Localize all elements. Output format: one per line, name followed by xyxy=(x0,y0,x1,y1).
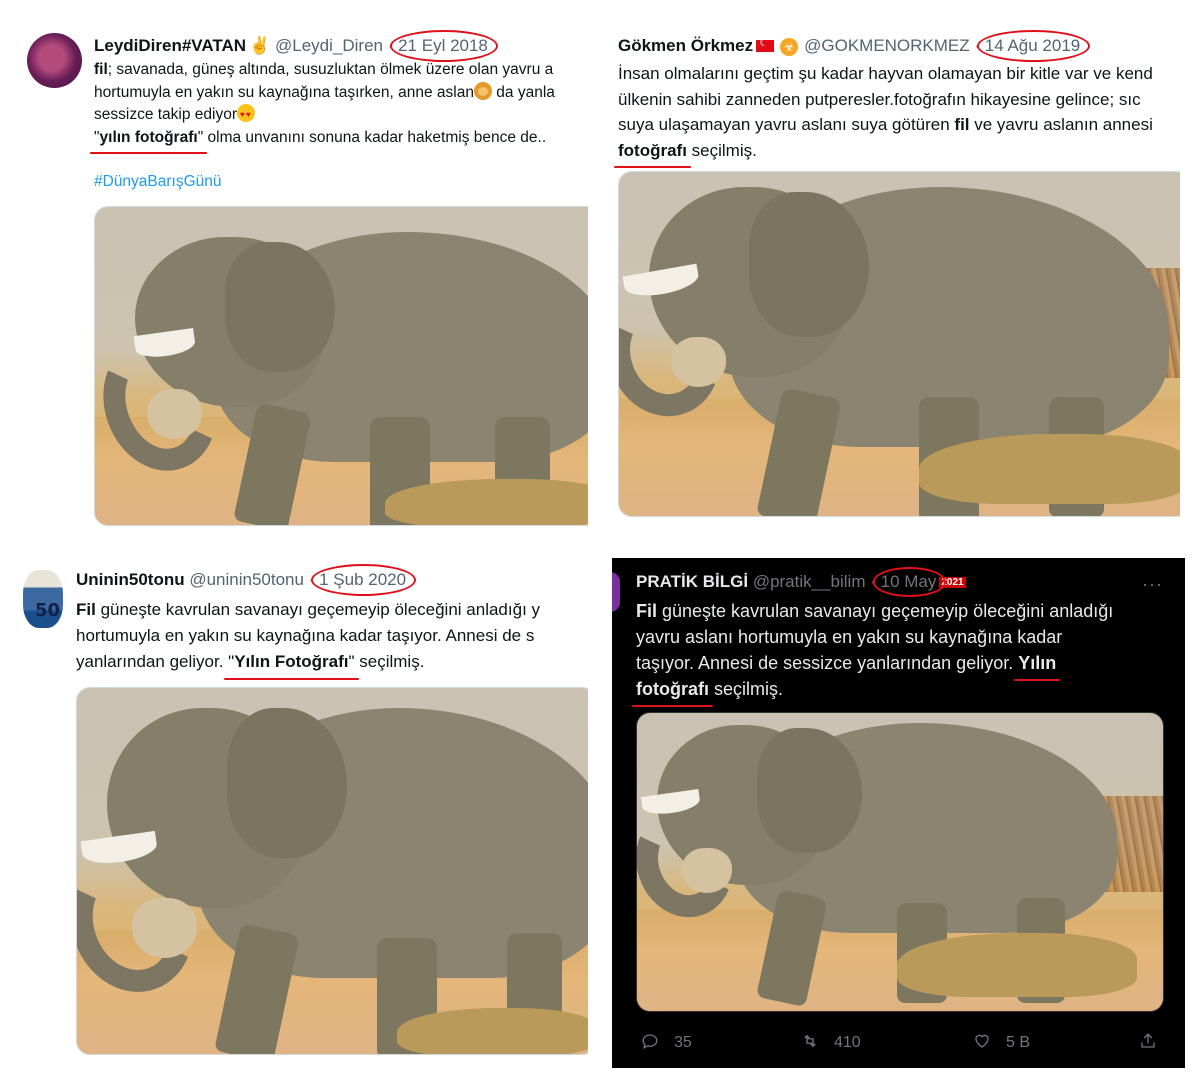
flag-icon xyxy=(756,36,775,52)
retweet-icon xyxy=(804,1034,816,1048)
author-name[interactable]: Uninin50tonu xyxy=(76,570,185,589)
text-line: sessizce takip ediyor xyxy=(94,106,238,123)
author-name[interactable]: LeydiDiren#VATAN xyxy=(94,36,246,55)
text-line: hortumuyla en yakın su kaynağına kadar t… xyxy=(76,626,535,645)
tweet-header: Uninin50tonu @uninin50tonu · 1 Şub 2020 xyxy=(76,564,417,596)
text-line: ; savanada, güneş altında, susuzluktan ö… xyxy=(107,61,554,78)
reply-icon xyxy=(642,1034,658,1050)
share-button[interactable] xyxy=(1138,1032,1172,1052)
text-line: güneşte kavrulan savanayı geçemeyip ölec… xyxy=(95,600,541,619)
tweet-text: Fil güneşte kavrulan savanayı geçemeyip … xyxy=(76,597,588,680)
tweet-actions: 35 410 5 B xyxy=(612,1032,1185,1054)
like-count: 5 B xyxy=(1006,1034,1031,1051)
tweet-card-1[interactable]: LeydiDiren#VATAN ✌ @Leydi_Diren · 21 Eyl … xyxy=(20,28,588,540)
tweet-photo[interactable] xyxy=(76,687,588,1055)
like-icon xyxy=(975,1034,989,1048)
lion-icon xyxy=(474,81,492,100)
reply-button[interactable]: 35 xyxy=(640,1032,692,1052)
text-line: da yanla xyxy=(492,83,555,101)
tweet-photo[interactable] xyxy=(94,206,588,526)
text-line: seçilmiş. xyxy=(686,140,757,160)
tweet-date[interactable]: 10 May xyxy=(872,567,947,597)
text-line: güneşte kavrulan savanayı geçemeyip ölec… xyxy=(657,601,1114,621)
tweet-card-3[interactable]: 50 Uninin50tonu @uninin50tonu · 1 Şub 20… xyxy=(20,560,588,1060)
text-bold: Fil xyxy=(76,600,96,619)
like-button[interactable]: 5 B xyxy=(972,1032,1030,1052)
underlined-phrase: fotoğrafı xyxy=(614,138,691,168)
retweet-button[interactable]: 410 xyxy=(800,1032,861,1052)
text-line: ve yavru aslanın annesi xyxy=(969,115,1153,134)
avatar-text: 50 xyxy=(35,600,61,621)
text-line: taşıyor. Annesi de sessizce yanlarından … xyxy=(636,653,1019,673)
underlined-phrase: "yılın fotoğrafı" xyxy=(89,127,208,154)
avatar[interactable] xyxy=(612,572,620,612)
author-handle[interactable]: @uninin50tonu xyxy=(189,570,304,589)
tweet-card-4[interactable]: PRATİK BİLGİ @pratik__bilim · 10 May 2021… xyxy=(612,558,1185,1068)
retweet-count: 410 xyxy=(834,1034,861,1051)
underlined-phrase: "Yılın Fotoğrafı" xyxy=(224,649,359,680)
text-line: ülkenin sahibi zanneden putperesler.foto… xyxy=(618,89,1141,109)
hashtag-link[interactable]: #DünyaBarışGünü xyxy=(94,173,222,190)
text-bold: Fil xyxy=(636,601,657,621)
tweet-header: LeydiDiren#VATAN ✌ @Leydi_Diren · 21 Eyl … xyxy=(94,30,498,62)
tweet-header: Gökmen Örkmez☣@GOKMENORKMEZ · 14 Ağu 201… xyxy=(618,30,1091,62)
author-handle[interactable]: @GOKMENORKMEZ xyxy=(804,36,970,55)
text-line: yavru aslanı hortumuyla en yakın su kayn… xyxy=(636,627,1063,647)
tweet-photo[interactable] xyxy=(636,712,1164,1012)
text-line: olma unvanını sonuna kadar haketmiş benc… xyxy=(203,128,547,146)
heart-eyes-icon xyxy=(237,104,256,127)
author-name[interactable]: Gökmen Örkmez xyxy=(618,36,753,55)
text-line: seçilmiş. xyxy=(708,679,783,699)
tweet-text: Fil güneşte kavrulan savanayı geçemeyip … xyxy=(632,598,1176,707)
reply-count: 35 xyxy=(674,1034,692,1051)
tweet-date[interactable]: 21 Eyl 2018 xyxy=(390,30,498,62)
biohazard-icon: ☣ xyxy=(780,38,799,56)
author-handle[interactable]: @Leydi_Diren xyxy=(275,36,383,55)
more-icon[interactable]: ··· xyxy=(1142,574,1163,595)
text-bold: fil xyxy=(94,61,108,78)
text-bold: fil xyxy=(954,115,970,134)
tweet-photo[interactable] xyxy=(618,171,1180,517)
share-icon xyxy=(1141,1033,1155,1048)
tweet-card-2[interactable]: Gökmen Örkmez☣@GOKMENORKMEZ · 14 Ağu 201… xyxy=(610,28,1180,540)
tweet-date[interactable]: 1 Şub 2020 xyxy=(311,564,417,596)
underlined-phrase: Yılın xyxy=(1014,650,1061,681)
text-line: yanlarından geliyor. xyxy=(76,652,229,671)
victory-icon: ✌ xyxy=(249,36,271,55)
text-line: suya ulaşamayan yavru aslanı suya götüre… xyxy=(618,115,955,134)
text-line: İnsan olmalarını geçtim şu kadar hayvan … xyxy=(618,64,1153,83)
author-name[interactable]: PRATİK BİLGİ xyxy=(636,572,748,591)
tweet-text: fil; savanada, güneş altında, susuzlukta… xyxy=(89,59,588,194)
tweet-header: PRATİK BİLGİ @pratik__bilim · 10 May 2021 xyxy=(636,567,966,597)
underlined-phrase: fotoğrafı xyxy=(632,676,713,707)
text-line: hortumuyla en yakın su kaynağına taşırke… xyxy=(94,83,474,101)
text-line: seçilmiş. xyxy=(354,652,425,671)
tweet-text: İnsan olmalarını geçtim şu kadar hayvan … xyxy=(614,61,1180,168)
avatar[interactable]: 50 xyxy=(23,570,63,628)
avatar[interactable] xyxy=(27,33,82,88)
author-handle[interactable]: @pratik__bilim xyxy=(753,572,866,591)
tweet-date[interactable]: 14 Ağu 2019 xyxy=(976,30,1091,62)
